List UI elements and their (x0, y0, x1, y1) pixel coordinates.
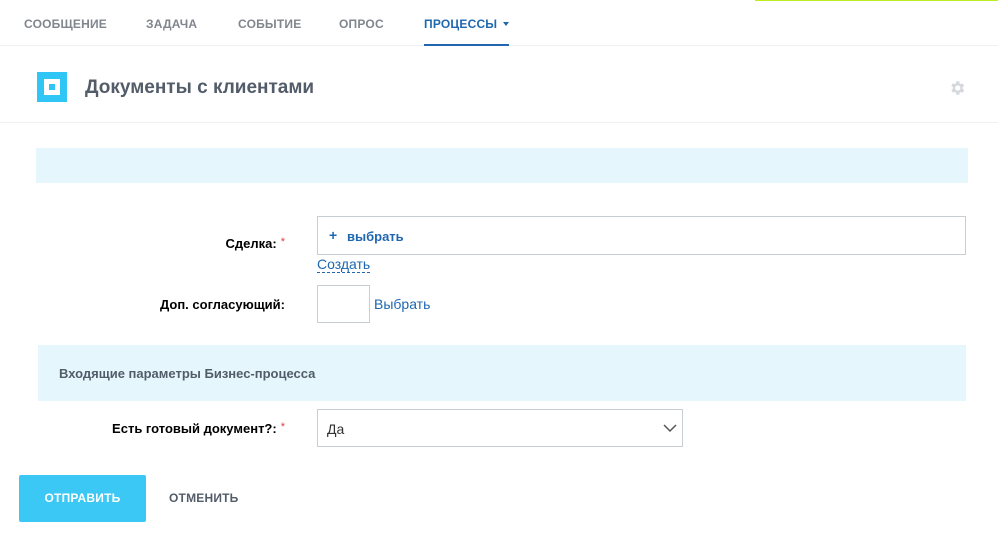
deal-label: Сделка: * (226, 236, 285, 251)
ready-doc-select-value: Да (327, 421, 345, 437)
process-logo-icon (37, 72, 67, 102)
tab-task[interactable]: ЗАДАЧА (146, 17, 197, 31)
deal-selector[interactable]: + выбрать (317, 216, 966, 255)
deal-select-label: выбрать (347, 229, 404, 244)
caret-down-icon (503, 21, 510, 26)
approver-label: Доп. согласующий: (159, 297, 285, 312)
tab-poll[interactable]: ОПРОС (339, 17, 384, 31)
gear-icon[interactable] (948, 79, 966, 97)
info-bar (36, 148, 968, 183)
approver-select-link[interactable]: Выбрать (374, 296, 430, 312)
cancel-button[interactable]: ОТМЕНИТЬ (169, 491, 239, 505)
section-header: Входящие параметры Бизнес-процесса (38, 345, 966, 401)
required-mark: * (280, 236, 285, 248)
approver-avatar-box[interactable] (317, 285, 370, 323)
ready-doc-label-text: Есть готовый документ?: (112, 421, 277, 436)
plus-icon: + (329, 227, 338, 243)
tab-bar: СООБЩЕНИЕ ЗАДАЧА СОБЫТИЕ ОПРОС ПРОЦЕССЫ (0, 0, 998, 46)
tab-message[interactable]: СООБЩЕНИЕ (24, 17, 107, 31)
tab-event[interactable]: СОБЫТИЕ (238, 17, 301, 31)
section-title: Входящие параметры Бизнес-процесса (59, 366, 316, 381)
page-title: Документы с клиентами (85, 77, 315, 98)
chevron-down-icon (663, 424, 677, 433)
page-header: Документы с клиентами (0, 46, 998, 123)
tab-processes[interactable]: ПРОЦЕССЫ (424, 17, 510, 46)
deal-label-text: Сделка: (225, 236, 277, 251)
tab-processes-label: ПРОЦЕССЫ (424, 17, 498, 31)
submit-button[interactable]: ОТПРАВИТЬ (19, 475, 146, 522)
required-mark: * (280, 421, 285, 433)
create-deal-link[interactable]: Создать (317, 257, 371, 273)
ready-doc-label: Есть готовый документ?: * (112, 421, 285, 436)
ready-doc-select[interactable]: Да (317, 409, 683, 447)
